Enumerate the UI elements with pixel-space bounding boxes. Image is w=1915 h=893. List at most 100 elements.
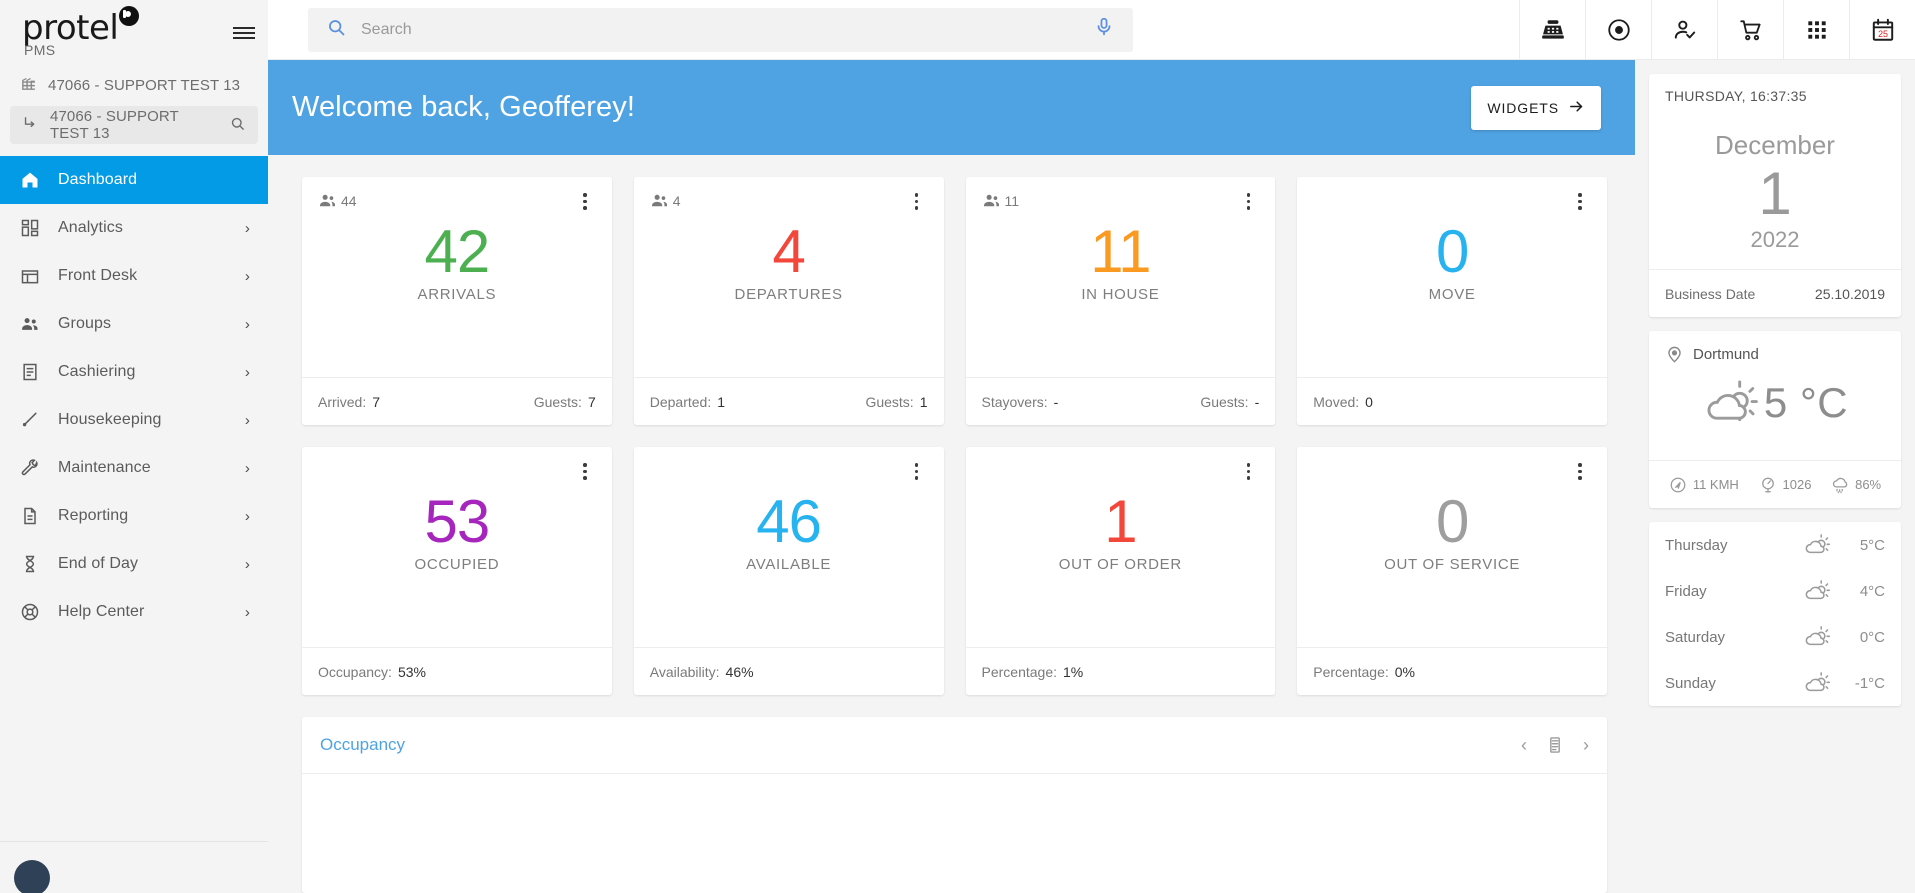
sidebar-item-analytics[interactable]: Analytics › — [0, 204, 268, 252]
kpi-row-2: 53 OCCUPIED Occupancy: 53% 46 AVAILABLE … — [302, 447, 1607, 695]
kpi-card-arrivals[interactable]: 44 42 ARRIVALS Arrived: 7 Guests: 7 — [302, 177, 612, 425]
kpi-card-departures[interactable]: 4 4 DEPARTURES Departed: 1 Guests: 1 — [633, 177, 944, 425]
widgets-button-label: WIDGETS — [1487, 99, 1559, 116]
microphone-icon[interactable] — [1093, 16, 1115, 43]
svg-text:25: 25 — [1878, 29, 1888, 39]
right-panel: THURSDAY, 16:37:35 December 1 2022 Busin… — [1635, 60, 1915, 893]
location-pin-icon — [1665, 345, 1684, 364]
people-icon — [318, 191, 337, 210]
weather-forecast-list: Thursday 5°C Friday 4°C Saturday 0°C Sun… — [1649, 522, 1901, 706]
kpi-card-out-of-service[interactable]: 0 OUT OF SERVICE Percentage: 0% — [1297, 447, 1607, 695]
property-parent[interactable]: 47066 - SUPPORT TEST 13 — [0, 66, 268, 104]
business-date-value: 25.10.2019 — [1814, 285, 1885, 302]
forecast-temp: 0°C — [1859, 628, 1885, 646]
apps-grid-icon[interactable] — [1783, 0, 1849, 60]
brush-icon — [20, 410, 40, 430]
welcome-banner: Welcome back, Geofferey! WIDGETS — [268, 60, 1635, 155]
kpi-card-out-of-order[interactable]: 1 OUT OF ORDER Percentage: 1% — [965, 447, 1276, 695]
forecast-day: Friday — [1665, 582, 1707, 600]
kpi-menu-button[interactable] — [1569, 461, 1591, 480]
sidebar-item-label: Housekeeping — [58, 411, 162, 428]
sidebar-item-label: Cashiering — [58, 363, 136, 380]
calendar-25-icon[interactable]: 25 — [1849, 0, 1915, 60]
date-widget: THURSDAY, 16:37:35 December 1 2022 Busin… — [1649, 74, 1901, 317]
forecast-temp: 5°C — [1859, 536, 1885, 554]
weather-pressure: 1026 — [1759, 476, 1811, 494]
calendar-icon[interactable] — [1545, 735, 1565, 755]
kpi-card-occupied[interactable]: 53 OCCUPIED Occupancy: 53% — [302, 447, 612, 695]
kpi-foot-left-value: 7 — [372, 393, 381, 410]
sidebar: protel PMS 47066 - SUPPORT TEST 13 47066… — [0, 0, 268, 893]
sidebar-nav: Dashboard Analytics › Front Desk › Group… — [0, 156, 268, 636]
sidebar-item-label: Front Desk — [58, 267, 138, 284]
brand-logo: protel PMS — [0, 0, 268, 66]
kpi-foot-left-label: Departed: — [649, 393, 712, 410]
sidebar-item-label: Maintenance — [58, 459, 151, 476]
kpi-guests-badge: 4 — [650, 191, 681, 210]
kpi-foot-right-label: Guests: — [1200, 393, 1249, 410]
kpi-label: ARRIVALS — [417, 286, 497, 303]
record-dot-icon[interactable] — [1585, 0, 1651, 60]
protel-mark-icon — [119, 6, 140, 26]
sidebar-item-cashiering[interactable]: Cashiering › — [0, 348, 268, 396]
dashboard-icon — [20, 218, 40, 238]
sidebar-item-housekeeping[interactable]: Housekeeping › — [0, 396, 268, 444]
sidebar-item-help-center[interactable]: Help Center › — [0, 588, 268, 636]
kpi-guests-badge: 11 — [982, 191, 1020, 210]
kpi-menu-button[interactable] — [906, 191, 928, 210]
kpi-menu-button[interactable] — [1237, 191, 1259, 210]
shopping-cart-icon[interactable] — [1717, 0, 1783, 60]
receipt-icon — [20, 362, 40, 382]
kpi-foot-right-label: Guests: — [865, 393, 914, 410]
chevron-right-icon: › — [244, 363, 250, 381]
kpi-menu-button[interactable] — [574, 461, 596, 480]
date-weekday-time: THURSDAY, 16:37:35 — [1665, 88, 1807, 104]
app-root: protel PMS 47066 - SUPPORT TEST 13 47066… — [0, 0, 1915, 893]
kpi-foot-right-label: Guests: — [533, 393, 582, 410]
help-icon — [20, 602, 40, 622]
sidebar-item-groups[interactable]: Groups › — [0, 300, 268, 348]
chevron-right-icon: › — [244, 219, 250, 237]
forecast-day: Thursday — [1665, 536, 1728, 554]
kpi-menu-button[interactable] — [574, 191, 596, 210]
kpi-foot-left-label: Arrived: — [318, 393, 367, 410]
prev-period-button[interactable]: ‹ — [1521, 735, 1527, 756]
kpi-menu-button[interactable] — [1237, 461, 1259, 480]
kpi-value: 42 — [424, 218, 491, 285]
kpi-foot-left-value: 1 — [717, 393, 726, 410]
next-period-button[interactable]: › — [1583, 735, 1589, 756]
sidebar-item-label: Groups — [58, 315, 112, 332]
kpi-menu-button[interactable] — [906, 461, 928, 480]
people-icon — [650, 191, 669, 210]
search-bar[interactable] — [308, 7, 1133, 52]
weather-temperature: 5 °C — [1763, 379, 1849, 426]
kpi-guests-count: 11 — [1004, 192, 1020, 209]
kpi-value: 4 — [772, 218, 805, 285]
sidebar-item-maintenance[interactable]: Maintenance › — [0, 444, 268, 492]
widgets-button[interactable]: WIDGETS — [1471, 85, 1601, 130]
kpi-menu-button[interactable] — [1569, 191, 1591, 210]
sidebar-item-end-of-day[interactable]: End of Day › — [0, 540, 268, 588]
property-search-icon[interactable] — [229, 115, 246, 136]
sidebar-item-dashboard[interactable]: Dashboard — [0, 156, 268, 204]
kpi-card-move[interactable]: 0 MOVE Moved: 0 — [1297, 177, 1607, 425]
property-selected[interactable]: 47066 - SUPPORT TEST 13 — [10, 106, 258, 144]
cash-register-icon[interactable] — [1519, 0, 1585, 60]
kpi-value: 46 — [756, 487, 822, 555]
kpi-card-in-house[interactable]: 11 11 IN HOUSE Stayovers: - Guests: - — [965, 177, 1276, 425]
business-date-label: Business Date — [1665, 285, 1756, 302]
sidebar-item-front-desk[interactable]: Front Desk › — [0, 252, 268, 300]
arrow-right-icon — [1568, 98, 1585, 118]
kpi-foot-right-value: 1 — [919, 393, 928, 410]
kpi-foot-left-label: Percentage: — [1313, 663, 1389, 680]
kpi-foot-left-label: Moved: — [1313, 393, 1360, 410]
kpi-card-available[interactable]: 46 AVAILABLE Availability: 46% — [633, 447, 944, 695]
avatar[interactable] — [14, 860, 50, 893]
person-check-icon[interactable] — [1651, 0, 1717, 60]
partly-cloudy-icon — [1803, 533, 1845, 557]
search-input[interactable] — [361, 20, 1079, 39]
menu-toggle-button[interactable] — [220, 0, 268, 66]
forecast-day: Saturday — [1665, 628, 1726, 646]
wrench-icon — [20, 458, 40, 478]
sidebar-item-reporting[interactable]: Reporting › — [0, 492, 268, 540]
